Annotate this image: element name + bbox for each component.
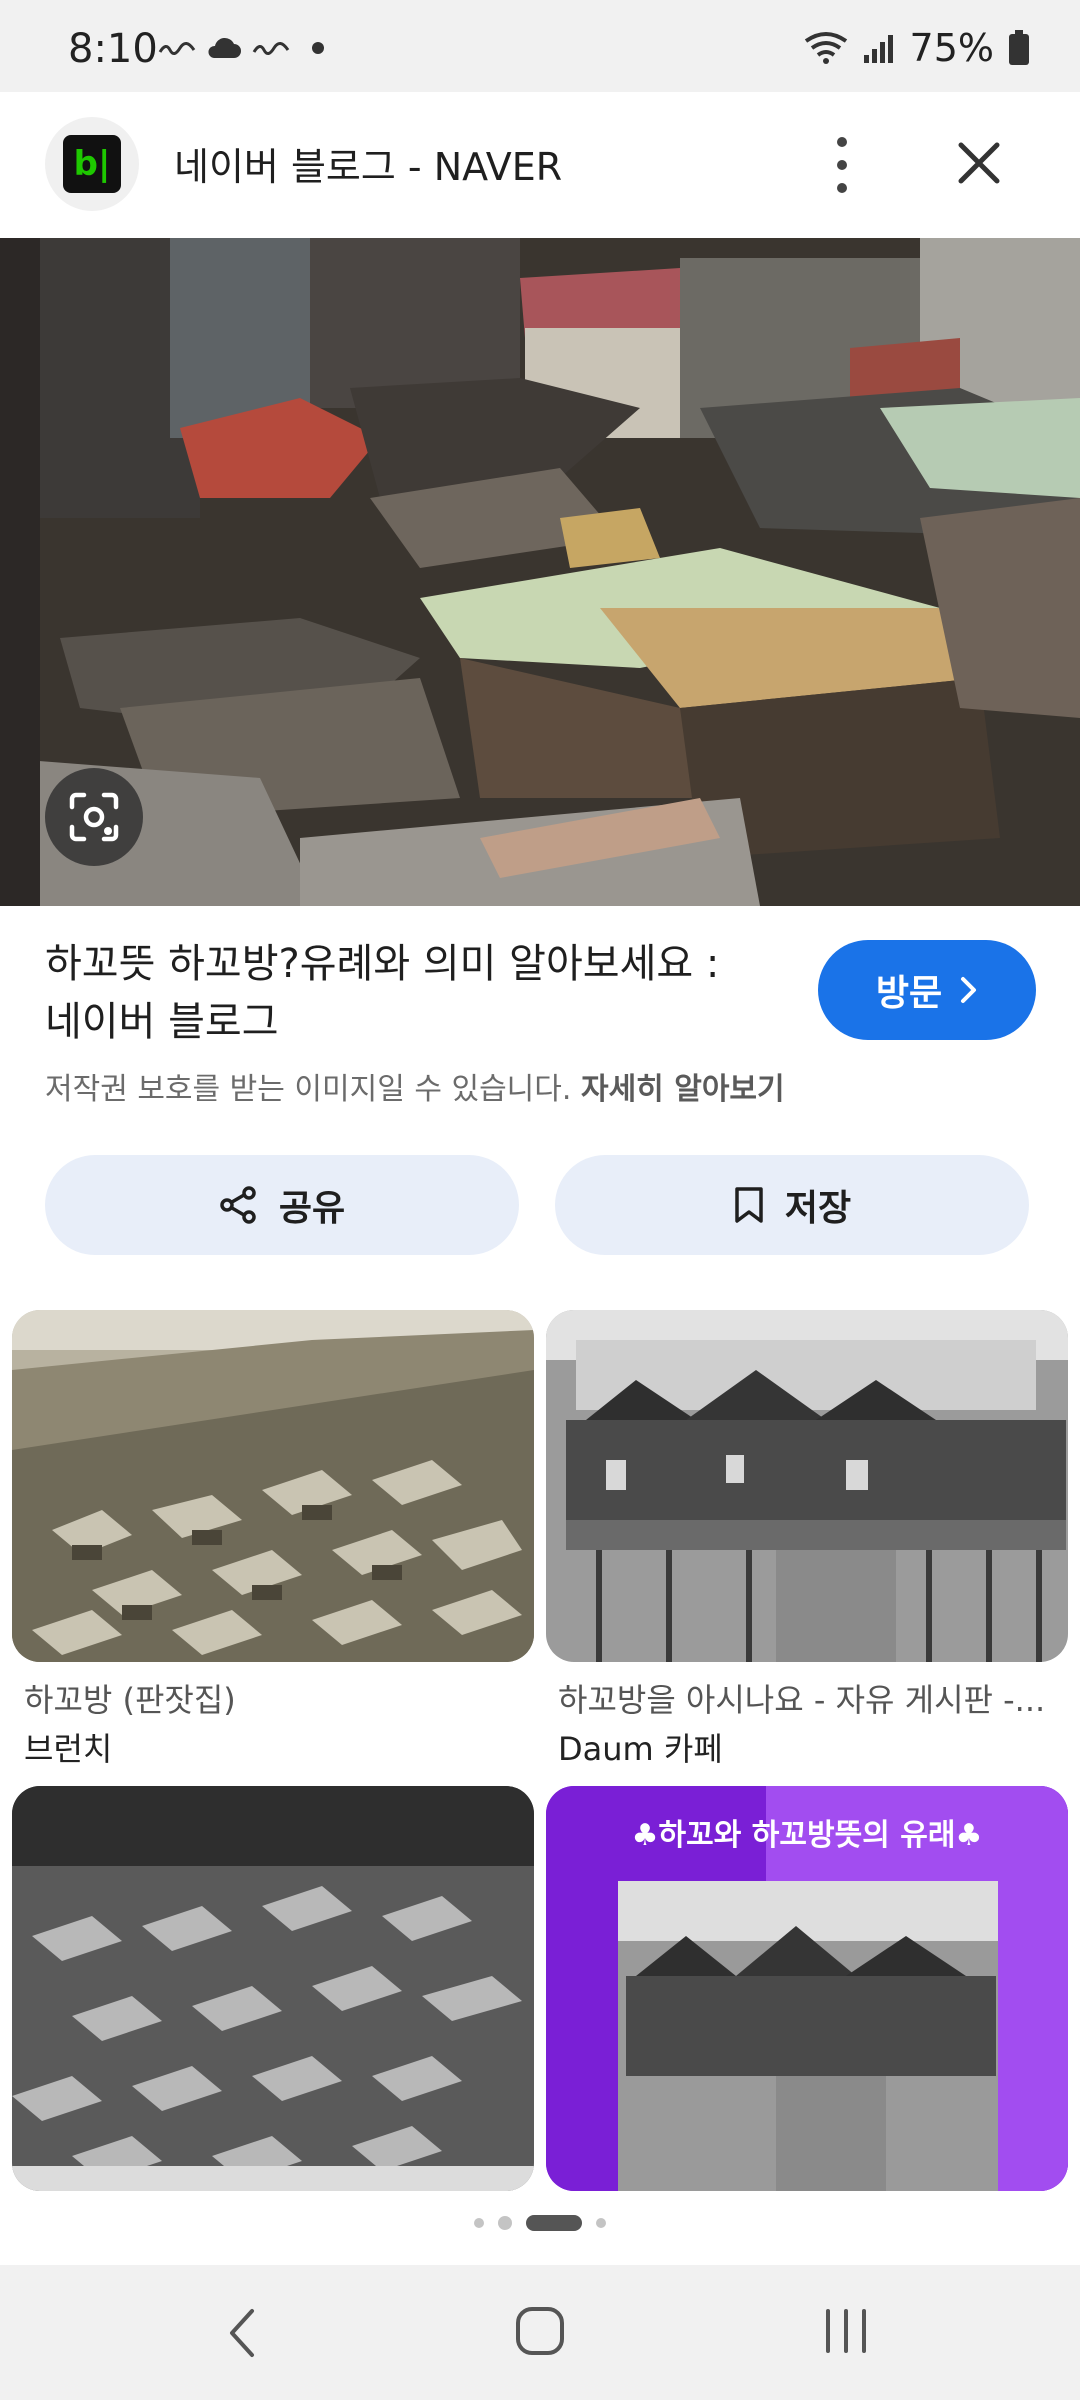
status-time: 8:10 (68, 26, 158, 72)
stilt-houses-photo (546, 1310, 1068, 1662)
header: b| 네이버 블로그 - NAVER (0, 92, 1080, 238)
bookmark-icon (735, 1187, 763, 1223)
battery-percent: 75% (909, 26, 994, 70)
share-label: 공유 (278, 1188, 346, 1229)
page-dot (498, 2216, 512, 2230)
naver-blog-logo: b| (45, 117, 139, 211)
recent-apps-icon[interactable] (822, 2307, 870, 2355)
related-image-3[interactable] (12, 1786, 534, 2191)
notification-icon (252, 42, 290, 55)
page-dot (474, 2218, 484, 2228)
panjatjip-hillside-photo (12, 1310, 534, 1662)
naver-blog-logo-mark: b| (63, 135, 121, 193)
page-dot-active (526, 2215, 582, 2231)
related-image-2[interactable] (546, 1310, 1068, 1662)
battery-icon (1009, 30, 1029, 65)
related-caption-1[interactable]: 하꼬방 (판잣집) (24, 1675, 544, 1721)
notification-icons (158, 36, 324, 60)
dense-shacks-photo (12, 1786, 534, 2191)
save-label: 저장 (784, 1188, 852, 1229)
result-title-line2: 네이버 블로그 (45, 999, 279, 1045)
copyright-notice: 저작권 보호를 받는 이미지일 수 있습니다. 자세히 알아보기 (45, 1064, 785, 1108)
home-icon[interactable] (514, 2305, 566, 2357)
system-icons: 75% (804, 26, 1030, 70)
navigation-bar (0, 2265, 1080, 2400)
related-caption-2[interactable]: 하꼬방을 아시나요 - 자유 게시판 -... (558, 1675, 1078, 1721)
cloud-icon (208, 37, 241, 58)
learn-more-link[interactable]: 자세히 알아보기 (581, 1072, 785, 1107)
save-button[interactable]: 저장 (555, 1155, 1029, 1255)
wifi-icon (804, 32, 847, 64)
visit-label: 방문 (875, 973, 943, 1014)
chevron-right-icon (961, 977, 977, 1003)
lens-icon (69, 792, 119, 842)
main-image[interactable] (0, 238, 1080, 906)
result-title[interactable]: 하꼬뜻 하꼬방?유례와 의미 알아보세요 : 네이버 블로그 (45, 935, 785, 1051)
result-title-line1: 하꼬뜻 하꼬방?유례와 의미 알아보세요 : (45, 941, 720, 987)
notification-icon (158, 42, 196, 55)
share-button[interactable]: 공유 (45, 1155, 519, 1255)
related-source-1[interactable]: 브런치 (24, 1724, 112, 1770)
more-notifications-dot (312, 42, 324, 54)
related-image-4[interactable]: ♣하꼬와 하꼬방뜻의 유래♣ (546, 1786, 1068, 2191)
google-lens-button[interactable] (45, 768, 143, 866)
signal-icon (863, 35, 893, 63)
share-icon (220, 1186, 256, 1224)
overlay-title: ♣하꼬와 하꼬방뜻의 유래♣ (631, 1818, 983, 1853)
more-options-icon[interactable] (820, 137, 864, 193)
status-bar: 8:10 75% (0, 0, 1080, 92)
page-title: 네이버 블로그 - NAVER (174, 145, 563, 189)
visit-button[interactable]: 방문 (818, 940, 1036, 1040)
related-image-1[interactable] (12, 1310, 534, 1662)
page-indicator (0, 2215, 1080, 2231)
copyright-text: 저작권 보호를 받는 이미지일 수 있습니다. (45, 1072, 572, 1107)
shanty-rooftops-photo (0, 238, 1080, 906)
page-dot (596, 2218, 606, 2228)
back-icon[interactable] (222, 2305, 262, 2361)
related-source-2[interactable]: Daum 카페 (558, 1724, 723, 1770)
close-icon[interactable] (953, 137, 1005, 189)
